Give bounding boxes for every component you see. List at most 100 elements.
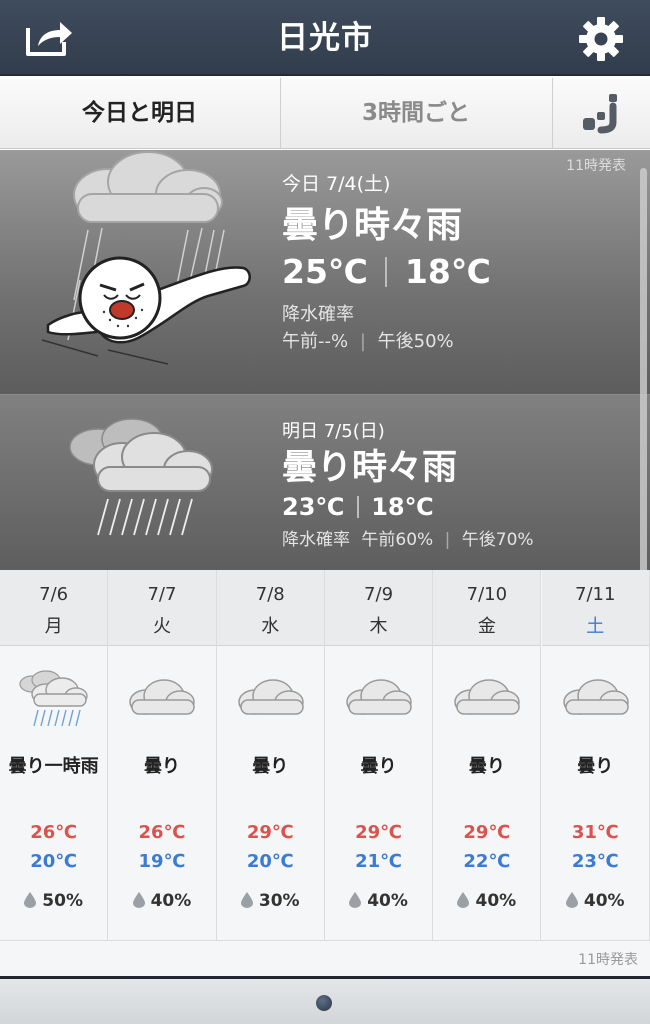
app-header: 日光市 [0,0,650,76]
day-condition: 曇り [577,756,614,777]
today-condition: 曇り時々雨 [282,205,463,246]
tomorrow-pop-pm: 午後70% [461,530,534,550]
day-column[interactable]: 7/7 火曇り 26℃ 19℃ 40% [108,570,217,940]
raindrop-icon [349,891,367,911]
day-low-temp: 20℃ [246,851,294,872]
tomorrow-temperatures: 23℃ 18℃ [282,493,434,521]
day-high-temp: 26℃ [138,822,186,843]
weekly-footer: 11時発表 [0,940,650,976]
day-header: 7/7 火 [108,570,216,646]
cloud-rain-icon [69,418,213,536]
day-header: 7/8 水 [216,570,324,646]
day-date: 7/11 [575,584,616,605]
weekly-forecast-table: 7/6 月曇り一時雨 26℃ 20℃ 50% 7/7 火曇り 26℃ 19℃ 40% 7/8 水曇り 2… [0,570,650,940]
day-low-temp: 21℃ [355,851,402,872]
today-pop-values: 午前--% | 午後50% [282,327,454,353]
day-condition: 曇り一時雨 [8,756,99,777]
cloud-icon [556,670,636,730]
day-condition: 曇り [252,756,289,777]
day-header: 7/11 土 [541,570,649,646]
today-high-temp: 25℃ [282,252,368,291]
divider [356,496,359,518]
day-pop-value: 50% [42,891,83,911]
day-column[interactable]: 7/8 水曇り 29℃ 20℃ 30% [216,570,325,940]
day-precip-chance: 40% [542,891,650,911]
day-weekday: 金 [477,616,496,637]
day-column[interactable]: 7/11 土曇り 31℃ 23℃ 40% [541,570,650,940]
day-low-temp: 20℃ [30,851,78,872]
day-condition: 曇り [143,756,180,777]
day-condition: 曇り [360,756,397,777]
today-date: 今日 7/4(土) [282,173,391,195]
day-column[interactable]: 7/6 月曇り一時雨 26℃ 20℃ 50% [0,570,109,940]
day-precip-chance: 40% [433,891,540,911]
cloud-icon [231,670,311,730]
raindrop-icon [24,891,42,911]
day-weekday: 木 [369,616,388,637]
day-weekday: 水 [261,616,280,637]
day-high-temp: 29℃ [355,822,402,843]
today-pop-am: 午前--% [282,331,349,352]
today-pop-pm: 午後50% [377,331,454,352]
tomorrow-forecast-panel: 明日 7/5(日) 曇り時々雨 23℃ 18℃ 降水確率 午前60% | 午後7… [0,394,650,570]
day-header: 7/10 金 [433,570,541,646]
tomorrow-condition: 曇り時々雨 [282,448,458,488]
day-pop-value: 40% [367,891,408,911]
day-weekday: 土 [586,616,605,637]
today-forecast-panel: 11時発表 今日 7/4(土) 曇り時々雨 25℃ 18℃ 降水確率 午前--%… [0,150,650,394]
weather-app-logo-icon[interactable] [552,78,650,148]
day-high-temp: 26℃ [30,822,78,843]
tab-every-3-hours[interactable]: 3時間ごと [280,78,551,148]
day-weekday: 火 [152,616,171,637]
cloud-icon [339,670,419,730]
tomorrow-low-temp: 18℃ [371,493,434,521]
day-precip-chance: 50% [0,891,107,911]
day-precip-chance: 40% [325,891,432,911]
tomorrow-pop-label: 降水確率 [282,530,350,550]
tab-bar: 今日と明日 3時間ごと [0,78,650,149]
day-pop-value: 40% [583,891,625,911]
today-low-temp: 18℃ [404,252,491,291]
divider: | [359,331,366,352]
cloud-icon [122,670,202,730]
day-header: 7/6 月 [0,570,108,646]
cloud-rain-icon [14,670,94,730]
day-column[interactable]: 7/9 木曇り 29℃ 21℃ 40% [324,570,434,940]
divider: | [444,530,451,550]
cloud-rain-character-icon [41,151,251,365]
release-time: 11時発表 [566,158,626,174]
day-column[interactable]: 7/10 金曇り 29℃ 22℃ 40% [433,570,542,940]
divider [385,257,388,287]
day-high-temp: 29℃ [246,822,294,843]
day-date: 7/7 [147,584,177,605]
page-indicator-bar [0,976,650,1024]
raindrop-icon [132,891,151,911]
raindrop-icon [457,891,475,911]
tab-today-tomorrow[interactable]: 今日と明日 [0,78,279,148]
day-weekday: 月 [44,616,63,637]
today-pop-label: 降水確率 [282,304,354,325]
day-date: 7/8 [255,584,285,605]
tomorrow-pop-am: 午前60% [361,530,434,550]
day-condition: 曇り [468,756,505,777]
page-indicator-dot[interactable] [316,995,332,1011]
day-precip-chance: 40% [108,891,215,911]
day-high-temp: 29℃ [463,822,511,843]
weekly-release-time: 11時発表 [578,952,638,968]
day-low-temp: 23℃ [571,851,619,872]
day-precip-chance: 30% [217,891,324,911]
today-temperatures: 25℃ 18℃ [282,252,491,291]
raindrop-icon [240,891,259,911]
day-low-temp: 19℃ [138,851,186,872]
day-header: 7/9 木 [324,570,433,646]
day-date: 7/9 [364,584,394,605]
day-date: 7/10 [466,584,508,605]
day-pop-value: 40% [475,891,517,911]
cloud-icon [447,670,527,730]
day-date: 7/6 [39,584,69,605]
tomorrow-pop: 降水確率 午前60% | 午後70% [282,525,534,550]
day-pop-value: 40% [150,891,192,911]
gear-icon[interactable] [578,16,624,62]
city-title: 日光市 [277,20,373,56]
day-pop-value: 30% [258,891,300,911]
